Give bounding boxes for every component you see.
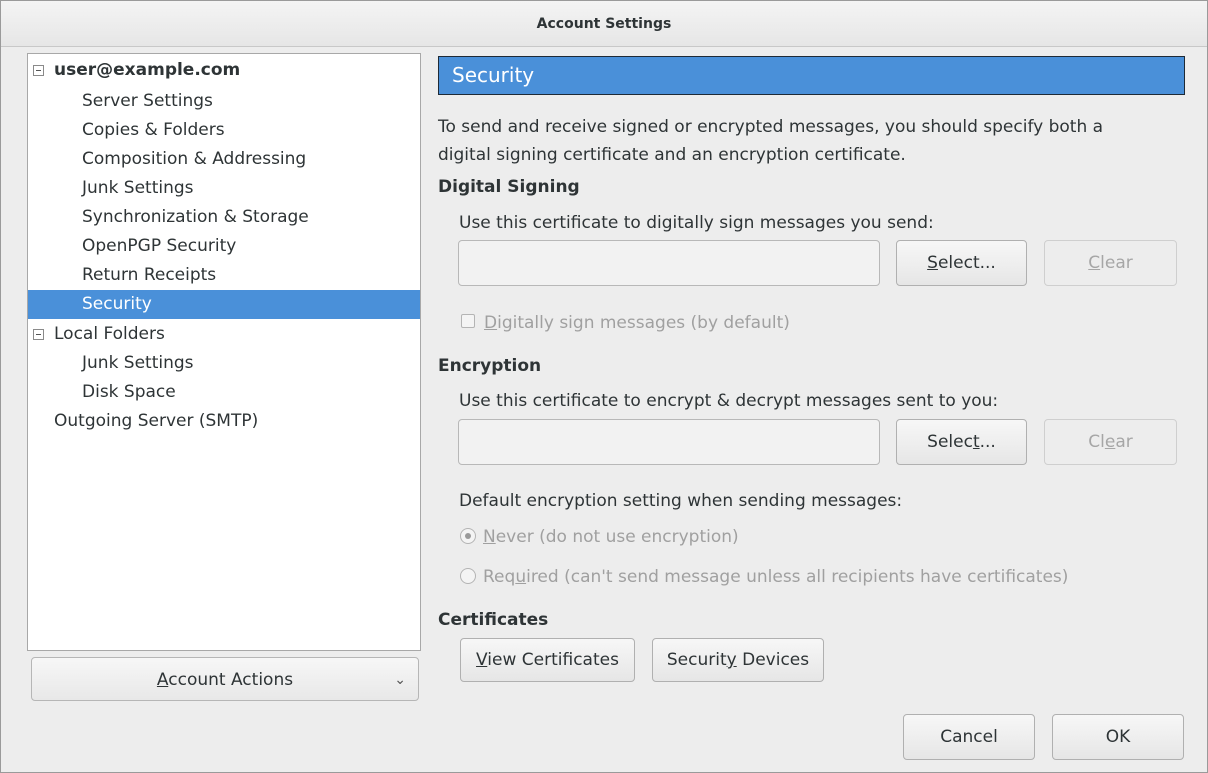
tree-item-label: Server Settings [82, 91, 213, 111]
tree-item-label: user@example.com [54, 60, 241, 80]
tree-item-label: Outgoing Server (SMTP) [54, 411, 259, 431]
tree-item-label: Local Folders [54, 324, 165, 344]
tree-item-account[interactable]: user@example.com [28, 56, 420, 85]
tree-item-local-folders[interactable]: Local Folders [28, 320, 420, 349]
tree-item-synchronization[interactable]: Synchronization & Storage [28, 203, 420, 232]
encryption-clear-button[interactable]: Clear [1044, 419, 1177, 465]
tree-item-label: Synchronization & Storage [82, 207, 309, 227]
tree-item-label: Junk Settings [82, 353, 194, 373]
tree-item-label: Disk Space [82, 382, 176, 402]
tree-item-security[interactable]: Security [28, 290, 420, 319]
tree-item-server-settings[interactable]: Server Settings [28, 87, 420, 116]
tree-item-label: OpenPGP Security [82, 236, 237, 256]
tree-item-openpgp[interactable]: OpenPGP Security [28, 232, 420, 261]
tree-item-junk-settings[interactable]: Junk Settings [28, 174, 420, 203]
tree-item-local-junk[interactable]: Junk Settings [28, 349, 420, 378]
page-title: Security [438, 56, 1185, 95]
account-actions-dropdown[interactable]: Account Actions ⌄ [31, 657, 419, 701]
security-devices-button[interactable]: Security Devices [652, 638, 824, 682]
tree-item-label: Security [82, 294, 152, 314]
required-radio-label: Required (can't send message unless all … [483, 567, 1069, 587]
collapse-icon[interactable] [33, 329, 44, 340]
cancel-button[interactable]: Cancel [903, 714, 1035, 760]
digitally-sign-checkbox[interactable] [461, 314, 475, 328]
ok-button[interactable]: OK [1052, 714, 1184, 760]
intro-text-line1: To send and receive signed or encrypted … [438, 117, 1104, 137]
default-encryption-label: Default encryption setting when sending … [459, 491, 903, 511]
certificates-heading: Certificates [438, 610, 549, 630]
tree-item-disk-space[interactable]: Disk Space [28, 378, 420, 407]
encryption-certificate-field[interactable] [458, 419, 880, 465]
signing-prompt: Use this certificate to digitally sign m… [459, 213, 934, 233]
encryption-select-button[interactable]: Select... [896, 419, 1027, 465]
encryption-prompt: Use this certificate to encrypt & decryp… [459, 391, 999, 411]
signing-certificate-field[interactable] [458, 240, 880, 286]
signing-select-button[interactable]: Select... [896, 240, 1027, 286]
digitally-sign-label: Digitally sign messages (by default) [484, 313, 790, 333]
required-radio[interactable] [460, 568, 476, 584]
tree-item-label: Composition & Addressing [82, 149, 307, 169]
collapse-icon[interactable] [33, 65, 44, 76]
digital-signing-heading: Digital Signing [438, 177, 580, 197]
signing-clear-button[interactable]: Clear [1044, 240, 1177, 286]
encryption-heading: Encryption [438, 356, 542, 376]
tree-item-label: Return Receipts [82, 265, 217, 285]
account-settings-window: Account Settings user@example.com Server… [0, 0, 1208, 773]
view-certificates-button[interactable]: View Certificates [460, 638, 635, 682]
never-radio-label: Never (do not use encryption) [483, 527, 739, 547]
never-radio[interactable] [460, 528, 476, 544]
tree-item-composition[interactable]: Composition & Addressing [28, 145, 420, 174]
tree-item-label: Copies & Folders [82, 120, 225, 140]
account-tree[interactable]: user@example.com Server Settings Copies … [27, 53, 421, 651]
account-actions-label: Account Actions [156, 670, 294, 690]
window-title: Account Settings [1, 1, 1207, 47]
tree-item-outgoing-server[interactable]: Outgoing Server (SMTP) [28, 407, 420, 436]
intro-text-line2: digital signing certificate and an encry… [438, 145, 906, 165]
tree-item-return-receipts[interactable]: Return Receipts [28, 261, 420, 290]
chevron-down-icon: ⌄ [394, 672, 406, 688]
tree-item-copies-folders[interactable]: Copies & Folders [28, 116, 420, 145]
tree-item-label: Junk Settings [82, 178, 194, 198]
